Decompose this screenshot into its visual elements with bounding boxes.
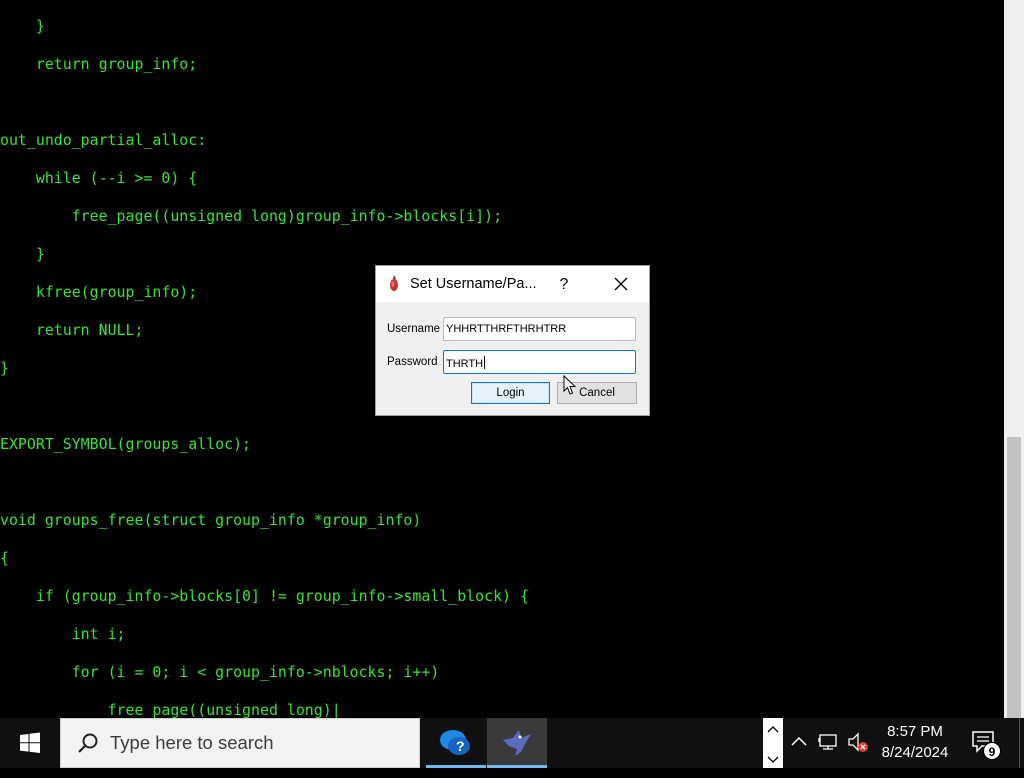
- code-line: for (i = 0; i < group_info->nblocks; i++…: [0, 663, 440, 681]
- action-center-button[interactable]: 9: [970, 728, 1001, 760]
- chevron-up-icon[interactable]: [763, 718, 783, 743]
- show-hidden-icons-icon[interactable]: [787, 730, 811, 754]
- code-line: EXPORT_SYMBOL(groups_alloc);: [0, 435, 252, 453]
- login-button[interactable]: Login: [471, 382, 550, 404]
- dialog-titlebar[interactable]: Set Username/Pa... ?: [376, 266, 649, 302]
- mouse-cursor-icon: [563, 375, 577, 395]
- code-line: free_page((unsigned long)group_info->blo…: [0, 207, 503, 225]
- taskbar-help-app[interactable]: ?: [426, 718, 486, 768]
- text-caret: [484, 356, 486, 369]
- taskbar-clock[interactable]: 8:57 PM 8/24/2024: [868, 722, 962, 764]
- password-value: THRTH: [446, 358, 484, 370]
- code-line: int i;: [0, 625, 126, 643]
- code-line: free_page((unsigned long)|: [0, 701, 341, 718]
- code-line: }: [0, 359, 9, 377]
- bird-app-icon: [503, 730, 531, 756]
- network-icon[interactable]: [817, 730, 841, 754]
- start-button[interactable]: [0, 718, 60, 768]
- code-line: kfree(group_info);: [0, 283, 198, 301]
- username-value: YHHRTTHRFTHRHTRR: [446, 323, 567, 335]
- show-desktop-button[interactable]: [1019, 718, 1024, 768]
- code-line: while (--i >= 0) {: [0, 169, 198, 187]
- svg-text:?: ?: [456, 738, 465, 754]
- app-icon: [390, 275, 398, 291]
- clock-date: 8/24/2024: [881, 744, 949, 761]
- taskbar: Type here to search ? 8:57 PM 8/24/2024 …: [0, 718, 1024, 768]
- tray-scroll-control[interactable]: [763, 718, 783, 768]
- windows-logo-icon: [20, 732, 40, 753]
- password-label: Password: [387, 356, 438, 368]
- volume-muted-icon[interactable]: [845, 730, 869, 754]
- username-field[interactable]: YHHRTTHRFTHRHTRR: [443, 317, 636, 341]
- taskbar-bird-app[interactable]: [487, 718, 547, 768]
- taskbar-search-box[interactable]: Type here to search: [60, 718, 420, 768]
- code-line: }: [0, 17, 45, 35]
- chevron-down-icon[interactable]: [763, 748, 783, 773]
- scrollbar-thumb[interactable]: [1007, 437, 1021, 718]
- code-line: {: [0, 549, 9, 567]
- password-field[interactable]: THRTH: [443, 350, 636, 374]
- dialog-title: Set Username/Pa...: [410, 276, 537, 292]
- help-button[interactable]: ?: [552, 274, 576, 296]
- search-placeholder: Type here to search: [110, 732, 274, 753]
- code-line: return group_info;: [0, 55, 198, 73]
- close-icon[interactable]: [609, 274, 633, 296]
- code-line: if (group_info->blocks[0] != group_info-…: [0, 587, 529, 605]
- code-line: }: [0, 245, 45, 263]
- username-label: Username: [387, 323, 441, 335]
- login-dialog: Set Username/Pa... ? Username YHHRTTHRFT…: [375, 265, 650, 416]
- notification-count-badge: 9: [983, 742, 1001, 760]
- code-line: void groups_free(struct group_info *grou…: [0, 511, 422, 529]
- code-line: return NULL;: [0, 321, 144, 339]
- clock-time: 8:57 PM: [887, 723, 943, 740]
- search-icon: [78, 733, 98, 753]
- code-line: out_undo_partial_alloc:: [0, 131, 207, 149]
- vertical-scrollbar[interactable]: [1004, 0, 1024, 718]
- help-chat-icon: ?: [440, 730, 470, 755]
